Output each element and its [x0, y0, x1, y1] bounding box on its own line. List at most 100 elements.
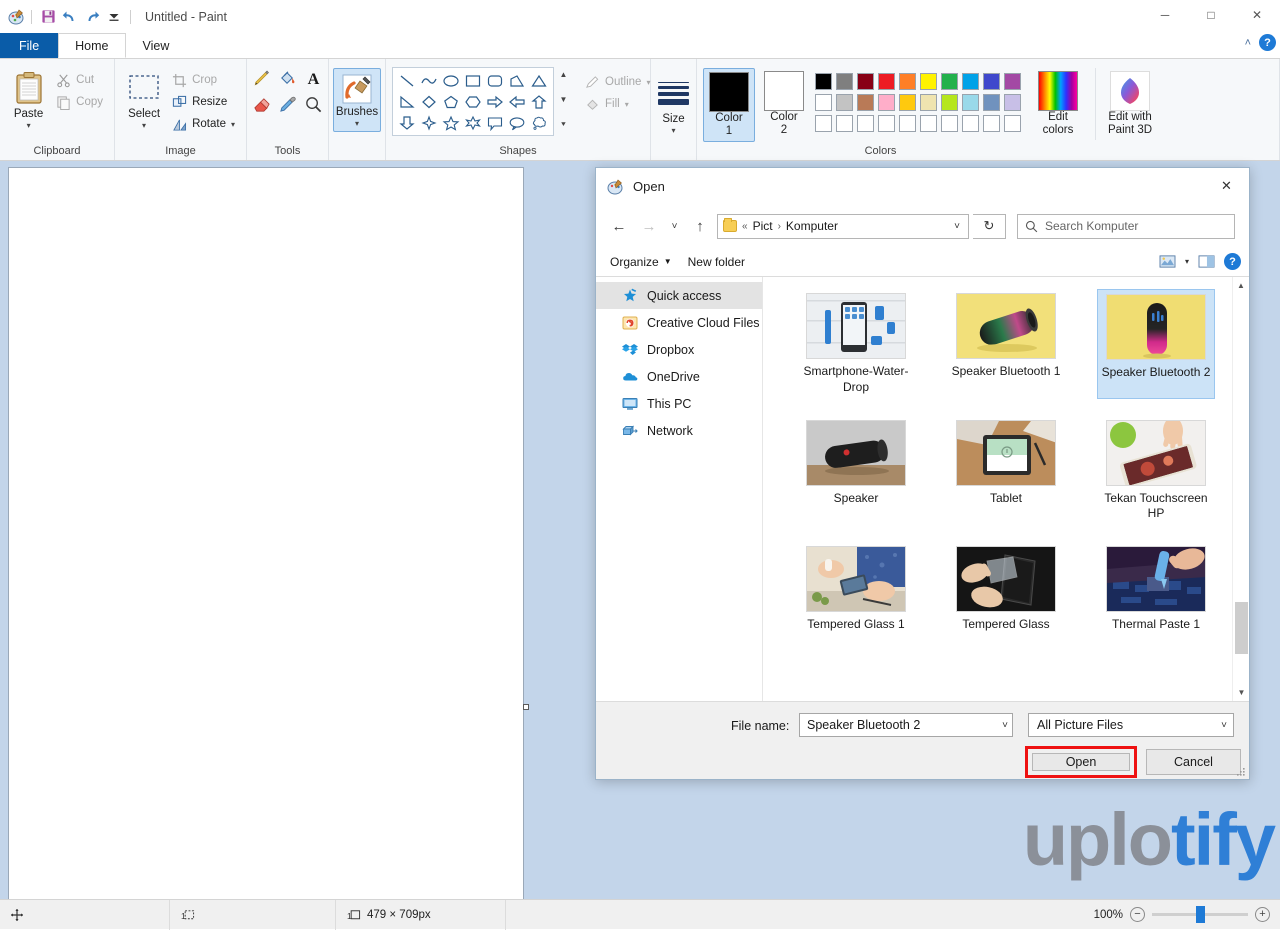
- shape-up-arrow[interactable]: [528, 91, 550, 112]
- file-item[interactable]: Tempered Glass: [947, 542, 1065, 636]
- size-button[interactable]: Size ▾: [656, 70, 691, 138]
- undo-icon[interactable]: [59, 7, 81, 27]
- magnifier-icon[interactable]: [301, 91, 327, 117]
- shapes-scroll-down-icon[interactable]: ▼: [557, 93, 570, 106]
- color-swatch-r1-c4[interactable]: [876, 71, 897, 92]
- preview-pane-icon[interactable]: [1198, 254, 1215, 269]
- file-type-filter[interactable]: All Picture Files ˅: [1028, 713, 1234, 737]
- filename-dropdown-caret[interactable]: ˅: [1002, 720, 1008, 731]
- collapse-ribbon-icon[interactable]: ˄: [1245, 37, 1251, 49]
- shape-down-arrow[interactable]: [396, 112, 418, 133]
- scroll-up-icon[interactable]: ▲: [1233, 277, 1249, 294]
- new-folder-button[interactable]: New folder: [688, 255, 745, 269]
- tab-file[interactable]: File: [0, 33, 59, 58]
- color-swatch-r3-c6[interactable]: [918, 113, 939, 134]
- sidebar-item-network[interactable]: Network: [596, 417, 762, 444]
- shape-rectangle[interactable]: [462, 70, 484, 91]
- shape-triangle[interactable]: [528, 70, 550, 91]
- color-swatch-r3-c1[interactable]: [813, 113, 834, 134]
- breadcrumb-bar[interactable]: « Pict › Komputer ˅: [717, 213, 969, 239]
- maximize-button[interactable]: □: [1188, 0, 1234, 30]
- organize-button[interactable]: Organize ▼: [610, 255, 672, 269]
- shape-line[interactable]: [396, 70, 418, 91]
- tab-home[interactable]: Home: [58, 33, 126, 58]
- size-dropdown-caret[interactable]: ▾: [671, 126, 675, 135]
- nav-recent-locations-button[interactable]: ˅: [666, 213, 683, 239]
- file-item[interactable]: Tekan Touchscreen HP: [1097, 416, 1215, 526]
- sidebar-item-onedrive[interactable]: OneDrive: [596, 363, 762, 390]
- nav-back-button[interactable]: ←: [606, 213, 632, 239]
- color-swatch-r2-c4[interactable]: [876, 92, 897, 113]
- file-item[interactable]: Smartphone-Water-Drop: [797, 289, 915, 399]
- color-swatch-r1-c6[interactable]: [918, 71, 939, 92]
- file-item[interactable]: Thermal Paste 1: [1097, 542, 1215, 636]
- color-swatch-r3-c2[interactable]: [834, 113, 855, 134]
- file-item[interactable]: Speaker Bluetooth 1: [947, 289, 1065, 399]
- refresh-button[interactable]: ↻: [973, 213, 1006, 239]
- color-swatch-r1-c8[interactable]: [960, 71, 981, 92]
- sidebar-item-this-pc[interactable]: This PC: [596, 390, 762, 417]
- organize-caret[interactable]: ▼: [664, 257, 672, 266]
- outline-caret[interactable]: ▾: [646, 78, 650, 87]
- color-swatch-r2-c6[interactable]: [918, 92, 939, 113]
- help-button[interactable]: ?: [1259, 34, 1276, 51]
- crop-button[interactable]: Crop: [167, 69, 240, 91]
- open-button[interactable]: Open: [1032, 753, 1130, 771]
- shape-rect-callout[interactable]: [484, 112, 506, 133]
- filename-input[interactable]: Speaker Bluetooth 2 ˅: [799, 713, 1013, 737]
- edit-with-paint3d-button[interactable]: Edit with Paint 3D: [1095, 68, 1157, 141]
- pencil-icon[interactable]: [249, 65, 275, 91]
- text-icon[interactable]: A: [301, 65, 327, 91]
- file-item[interactable]: Speaker: [797, 416, 915, 526]
- color-swatch-r3-c7[interactable]: [939, 113, 960, 134]
- shape-four-point-star[interactable]: [418, 112, 440, 133]
- select-dropdown-caret[interactable]: ▾: [142, 121, 146, 130]
- tab-view[interactable]: View: [126, 33, 187, 58]
- search-box[interactable]: Search Komputer: [1017, 213, 1235, 239]
- cut-button[interactable]: Cut: [51, 69, 108, 91]
- customize-qat-icon[interactable]: [103, 7, 125, 27]
- breadcrumb-dropdown-caret[interactable]: ˅: [950, 221, 964, 232]
- dialog-help-button[interactable]: ?: [1224, 253, 1241, 270]
- brushes-button[interactable]: Brushes ▾: [332, 68, 382, 132]
- color-swatch-r3-c10[interactable]: [1002, 113, 1023, 134]
- zoom-in-button[interactable]: +: [1255, 907, 1270, 922]
- file-list-pane[interactable]: Smartphone-Water-Drop Speaker Bluetooth 1…: [763, 277, 1249, 701]
- sidebar-item-quick-access[interactable]: Quick access: [596, 282, 762, 309]
- dialog-close-button[interactable]: ✕: [1204, 168, 1249, 204]
- paste-dropdown-caret[interactable]: ▾: [27, 121, 31, 130]
- outline-button[interactable]: Outline ▾: [580, 71, 655, 93]
- brushes-dropdown-caret[interactable]: ▾: [355, 119, 359, 128]
- shape-cloud-callout[interactable]: [528, 112, 550, 133]
- eraser-icon[interactable]: [249, 91, 275, 117]
- shape-curve[interactable]: [418, 70, 440, 91]
- shape-left-arrow[interactable]: [506, 91, 528, 112]
- shape-six-point-star[interactable]: [462, 112, 484, 133]
- resize-grip-icon[interactable]: [1237, 768, 1246, 777]
- close-button[interactable]: ✕: [1234, 0, 1280, 30]
- sidebar-item-creative-cloud-files[interactable]: Creative Cloud Files: [596, 309, 762, 336]
- color-picker-icon[interactable]: [275, 91, 301, 117]
- color-swatch-r2-c1[interactable]: [813, 92, 834, 113]
- color-swatch-r1-c10[interactable]: [1002, 71, 1023, 92]
- edit-colors-button[interactable]: Edit colors: [1033, 68, 1083, 140]
- color2-button[interactable]: Color 2: [759, 68, 809, 140]
- select-button[interactable]: Select ▾: [121, 65, 167, 133]
- scroll-down-icon[interactable]: ▼: [1233, 684, 1249, 701]
- drawing-canvas[interactable]: [8, 167, 524, 899]
- rotate-button[interactable]: Rotate ▾: [167, 113, 240, 135]
- color-swatch-r1-c9[interactable]: [981, 71, 1002, 92]
- color-swatch-r1-c3[interactable]: [855, 71, 876, 92]
- shape-right-arrow[interactable]: [484, 91, 506, 112]
- color-swatch-r2-c7[interactable]: [939, 92, 960, 113]
- color-swatch-r2-c2[interactable]: [834, 92, 855, 113]
- shape-hexagon[interactable]: [462, 91, 484, 112]
- rotate-caret[interactable]: ▾: [231, 120, 235, 129]
- file-list-scrollbar[interactable]: ▲ ▼: [1232, 277, 1249, 701]
- zoom-slider-thumb[interactable]: [1196, 906, 1205, 923]
- color-swatch-r1-c5[interactable]: [897, 71, 918, 92]
- fill-bucket-icon[interactable]: [275, 65, 301, 91]
- fill-caret[interactable]: ▾: [625, 100, 629, 109]
- shape-oval-callout[interactable]: [506, 112, 528, 133]
- file-item[interactable]: Speaker Bluetooth 2: [1097, 289, 1215, 399]
